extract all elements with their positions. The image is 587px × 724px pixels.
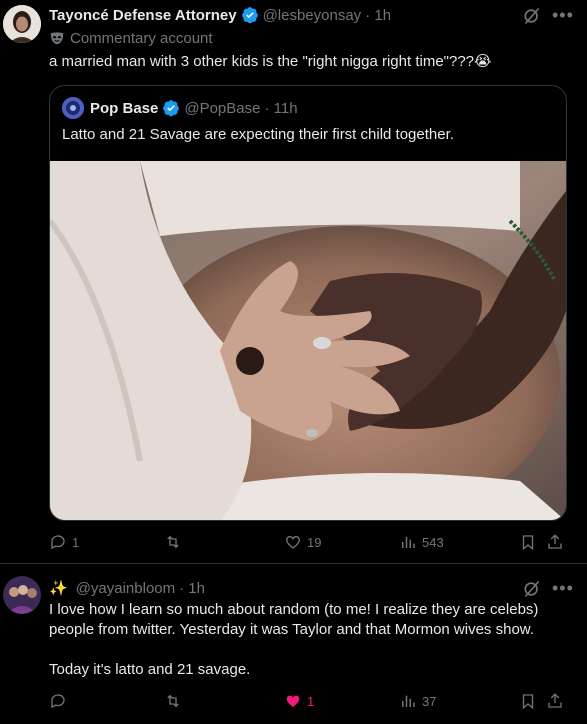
grok-icon[interactable] bbox=[522, 579, 542, 599]
more-options-icon[interactable]: ••• bbox=[552, 6, 574, 24]
tweet-text: I love how I learn so much about random … bbox=[49, 601, 539, 638]
tweet-actions: 1 19 543 bbox=[49, 533, 567, 555]
view-count: 37 bbox=[422, 693, 437, 709]
timestamp[interactable]: · 1h bbox=[365, 7, 391, 24]
more-options-icon[interactable]: ••• bbox=[552, 579, 574, 597]
commentary-label: Commentary account bbox=[70, 29, 213, 47]
verified-badge-icon bbox=[241, 6, 259, 24]
author-avatar[interactable] bbox=[3, 576, 41, 614]
tweet-text-continued: Today it's latto and 21 savage. bbox=[49, 661, 251, 678]
tweet[interactable]: ✨ @yayainbloom · 1h ••• I love how I lea… bbox=[0, 564, 587, 724]
author-handle[interactable]: @yayainbloom bbox=[76, 580, 175, 597]
quoted-tweet-photo[interactable] bbox=[50, 161, 566, 520]
tweet-text: a married man with 3 other kids is the "… bbox=[49, 53, 492, 70]
tweet[interactable]: Tayoncé Defense Attorney @lesbeyonsay · … bbox=[0, 0, 587, 563]
quoted-author-handle[interactable]: @PopBase bbox=[184, 100, 260, 117]
bookmark-button[interactable] bbox=[519, 692, 537, 710]
retweet-button[interactable] bbox=[164, 692, 187, 710]
timestamp[interactable]: · 1h bbox=[179, 580, 205, 597]
share-button[interactable] bbox=[546, 533, 564, 551]
sparkles-emoji: ✨ bbox=[49, 580, 68, 597]
verified-badge-icon bbox=[162, 99, 180, 117]
view-count: 543 bbox=[422, 534, 444, 550]
reply-button[interactable] bbox=[49, 692, 72, 710]
tweet-actions: 1 37 bbox=[49, 692, 567, 714]
like-count: 1 bbox=[307, 693, 315, 709]
bookmark-button[interactable] bbox=[519, 533, 537, 551]
quoted-author-avatar[interactable] bbox=[62, 97, 84, 119]
like-button[interactable]: 19 bbox=[284, 533, 321, 551]
views-button[interactable]: 37 bbox=[399, 692, 436, 710]
quoted-timestamp[interactable]: · 11h bbox=[264, 100, 297, 117]
mask-icon bbox=[49, 30, 65, 46]
views-button[interactable]: 543 bbox=[399, 533, 444, 551]
author-avatar[interactable] bbox=[3, 5, 41, 43]
author-name[interactable]: Tayoncé Defense Attorney bbox=[49, 7, 237, 24]
reply-button[interactable]: 1 bbox=[49, 533, 79, 551]
like-count: 19 bbox=[307, 534, 322, 550]
share-button[interactable] bbox=[546, 692, 564, 710]
author-handle[interactable]: @lesbeyonsay bbox=[263, 7, 362, 24]
grok-icon[interactable] bbox=[522, 6, 542, 26]
like-button[interactable]: 1 bbox=[284, 692, 314, 710]
quoted-author-name[interactable]: Pop Base bbox=[90, 100, 158, 117]
quoted-tweet[interactable]: Pop Base @PopBase · 11h Latto and 21 Sav… bbox=[49, 85, 567, 521]
retweet-button[interactable] bbox=[164, 533, 187, 551]
reply-count: 1 bbox=[72, 534, 80, 550]
quoted-tweet-text: Latto and 21 Savage are expecting their … bbox=[62, 126, 454, 143]
